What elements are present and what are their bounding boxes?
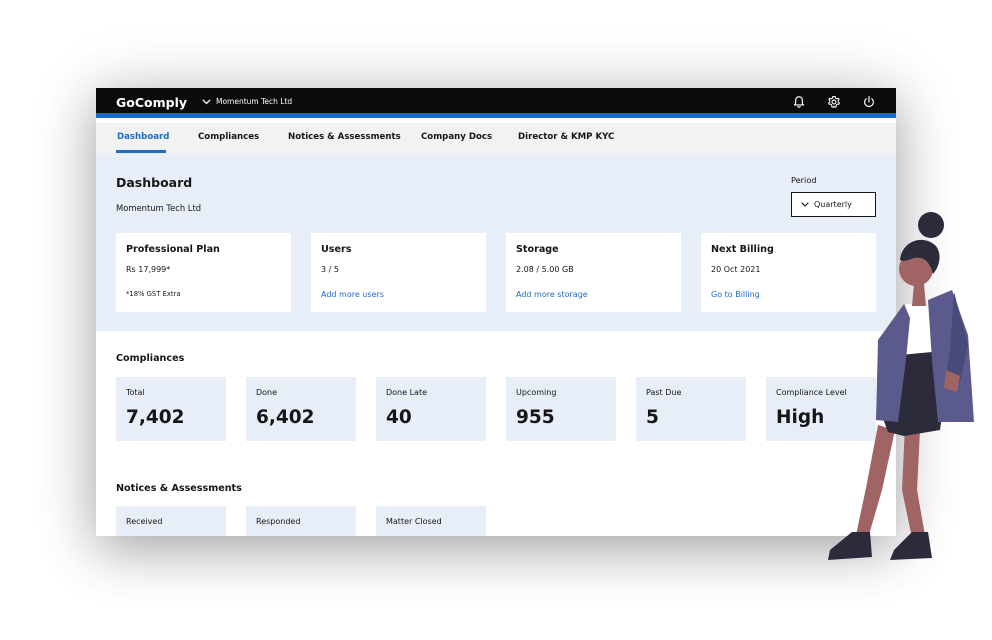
top-icons bbox=[792, 95, 876, 109]
top-bar: GoComply Momentum Tech Ltd bbox=[96, 88, 896, 118]
add-more-users-link[interactable]: Add more users bbox=[321, 290, 384, 299]
stat-label: Responded bbox=[256, 517, 301, 526]
woman-illustration bbox=[828, 212, 974, 560]
tab-compliances[interactable]: Compliances bbox=[198, 132, 259, 142]
card-note: *18% GST Extra bbox=[126, 290, 181, 298]
stat-upcoming[interactable]: Upcoming 955 bbox=[506, 377, 616, 441]
app-window: GoComply Momentum Tech Ltd Dashboard Com… bbox=[96, 88, 896, 536]
stat-value: 7,402 bbox=[126, 407, 185, 428]
stat-total[interactable]: Total 7,402 bbox=[116, 377, 226, 441]
organization-selector-label: Momentum Tech Ltd bbox=[216, 97, 293, 106]
stat-label: Total bbox=[126, 388, 145, 397]
tab-director-kmp-kyc[interactable]: Director & KMP KYC bbox=[518, 132, 614, 142]
stat-done[interactable]: Done 6,402 bbox=[246, 377, 356, 441]
stat-responded[interactable]: Responded bbox=[246, 506, 356, 536]
users-card: Users 3 / 5 Add more users bbox=[311, 233, 486, 312]
stat-label: Done Late bbox=[386, 388, 428, 397]
card-value: Rs 17,999* bbox=[126, 265, 171, 274]
go-to-billing-link[interactable]: Go to Billing bbox=[711, 290, 760, 299]
compliances-section-title: Compliances bbox=[116, 353, 185, 364]
gear-icon[interactable] bbox=[827, 95, 841, 109]
organization-selector[interactable]: Momentum Tech Ltd bbox=[202, 97, 292, 106]
stat-label: Received bbox=[126, 517, 163, 526]
tab-dashboard[interactable]: Dashboard bbox=[117, 132, 169, 142]
stat-label: Past Due bbox=[646, 388, 682, 397]
stat-past-due[interactable]: Past Due 5 bbox=[636, 377, 746, 441]
chevron-down-icon bbox=[202, 98, 211, 104]
stat-label: Matter Closed bbox=[386, 517, 442, 526]
stat-value: 5 bbox=[646, 407, 659, 428]
chevron-down-icon bbox=[801, 202, 809, 207]
card-title: Next Billing bbox=[711, 244, 774, 255]
stat-value: 6,402 bbox=[256, 407, 315, 428]
stage: GoComply Momentum Tech Ltd Dashboard Com… bbox=[0, 0, 992, 640]
stat-value: 40 bbox=[386, 407, 412, 428]
tab-company-docs[interactable]: Company Docs bbox=[421, 132, 492, 142]
period-label: Period bbox=[791, 175, 817, 185]
add-more-storage-link[interactable]: Add more storage bbox=[516, 290, 588, 299]
stat-value: 955 bbox=[516, 407, 555, 428]
storage-card: Storage 2.08 / 5.00 GB Add more storage bbox=[506, 233, 681, 312]
stat-value: High bbox=[776, 407, 825, 428]
stat-label: Upcoming bbox=[516, 388, 557, 397]
card-title: Storage bbox=[516, 244, 559, 255]
card-value: 20 Oct 2021 bbox=[711, 265, 761, 274]
power-icon[interactable] bbox=[862, 95, 876, 109]
page-subtitle: Momentum Tech Ltd bbox=[116, 203, 202, 213]
bell-icon[interactable] bbox=[792, 95, 806, 109]
tab-bar: Dashboard Compliances Notices & Assessme… bbox=[96, 123, 896, 153]
stat-done-late[interactable]: Done Late 40 bbox=[376, 377, 486, 441]
tab-notices-assessments[interactable]: Notices & Assessments bbox=[288, 132, 401, 142]
card-title: Users bbox=[321, 244, 352, 255]
stat-matter-closed[interactable]: Matter Closed bbox=[376, 506, 486, 536]
card-title: Professional Plan bbox=[126, 244, 220, 255]
stat-received[interactable]: Received bbox=[116, 506, 226, 536]
plan-card: Professional Plan Rs 17,999* *18% GST Ex… bbox=[116, 233, 291, 312]
brand-logo[interactable]: GoComply bbox=[116, 95, 187, 110]
page-title: Dashboard bbox=[116, 175, 193, 190]
stat-label: Done bbox=[256, 388, 278, 397]
card-value: 3 / 5 bbox=[321, 265, 339, 274]
card-value: 2.08 / 5.00 GB bbox=[516, 265, 574, 274]
notices-section-title: Notices & Assessments bbox=[116, 483, 242, 494]
